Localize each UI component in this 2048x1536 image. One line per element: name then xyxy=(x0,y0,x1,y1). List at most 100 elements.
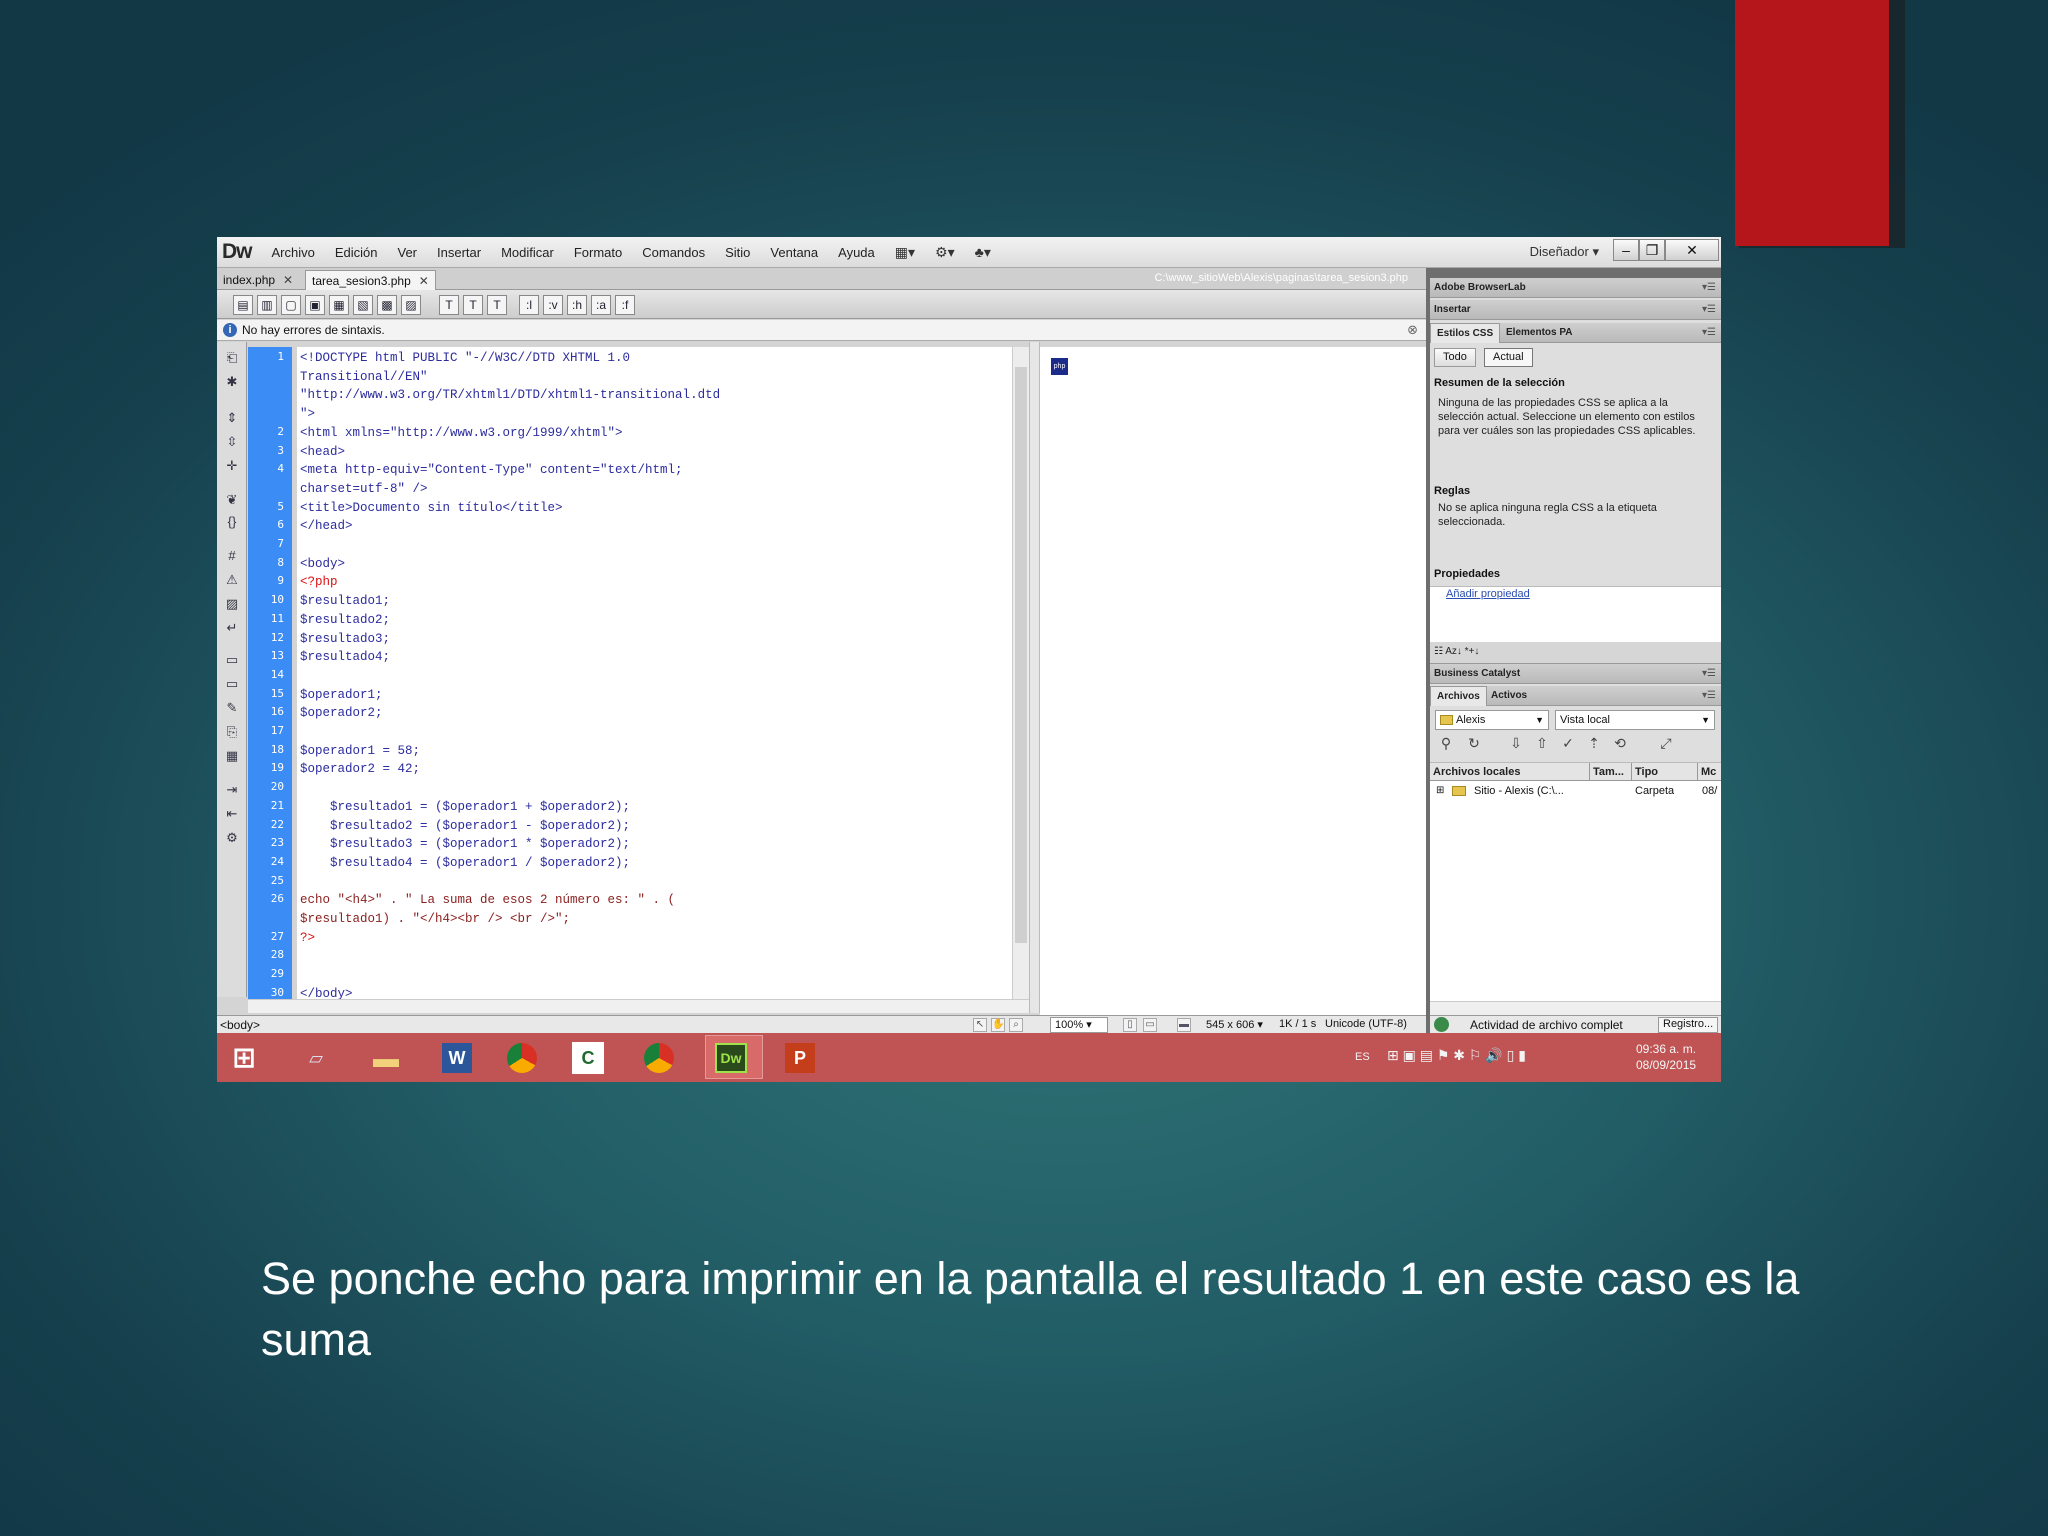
line-numbers-icon[interactable]: # xyxy=(224,548,240,564)
code-line[interactable]: $resultado3 = ($operador1 * $operador2); xyxy=(300,835,630,853)
tab-estilos-css[interactable]: Estilos CSS xyxy=(1430,323,1501,343)
code-line[interactable]: <meta http-equiv="Content-Type" content=… xyxy=(300,461,683,479)
collapse-selection-icon[interactable]: ⇳ xyxy=(224,434,240,450)
code-line[interactable]: <title>Documento sin título</title> xyxy=(300,499,563,517)
camtasia-icon[interactable]: C xyxy=(572,1042,604,1074)
col-local-files[interactable]: Archivos locales xyxy=(1430,763,1590,781)
word-icon[interactable]: W xyxy=(442,1043,472,1073)
inspect-icon[interactable]: ▧ xyxy=(353,295,373,315)
tray-icons[interactable]: ⊞ ▣ ▤ ⚑ ✱ ⚐ 🔊 ▯ ▮ xyxy=(1387,1047,1526,1064)
open-documents-icon[interactable]: ⎗ xyxy=(224,350,240,366)
restore-button[interactable]: ❐ xyxy=(1639,239,1665,261)
todo-button[interactable]: Todo xyxy=(1434,348,1476,367)
panel-menu-icon[interactable]: ▾☰ xyxy=(1702,686,1716,706)
set-properties-icon[interactable]: *+↓ xyxy=(1465,646,1480,657)
code-line[interactable]: $resultado3; xyxy=(300,630,390,648)
panel-menu-icon[interactable]: ▾☰ xyxy=(1702,323,1716,343)
panel-menu-icon[interactable]: ▾☰ xyxy=(1702,278,1716,298)
code-line[interactable]: $resultado2 = ($operador1 - $operador2); xyxy=(300,817,630,835)
panel-menu-icon[interactable]: ▾☰ xyxy=(1702,664,1716,684)
tablet-size-icon[interactable]: ▭ xyxy=(1143,1018,1157,1032)
table-icon[interactable]: ▩ xyxy=(377,295,397,315)
balance-braces-icon[interactable]: {} xyxy=(224,514,240,530)
apply-comment-icon[interactable]: ▭ xyxy=(224,652,240,668)
menu-modificar[interactable]: Modificar xyxy=(501,245,554,260)
recent-snippets-icon[interactable]: ⎘ xyxy=(224,724,240,740)
check-in-icon[interactable]: ⇡ xyxy=(1586,735,1602,751)
menu-insertar[interactable]: Insertar xyxy=(437,245,481,260)
get-files-icon[interactable]: ⇩ xyxy=(1508,735,1524,751)
app-icon-notes[interactable]: ▱ xyxy=(297,1039,335,1077)
code-line[interactable]: $operador2 = 42; xyxy=(300,760,420,778)
tag-h-button[interactable]: :h xyxy=(567,295,587,315)
code-line[interactable]: $resultado1 = ($operador1 + $operador2); xyxy=(300,798,630,816)
close-tab-icon[interactable]: ✕ xyxy=(419,274,429,288)
add-property-link[interactable]: Añadir propiedad xyxy=(1446,588,1530,600)
clock[interactable]: 09:36 a. m. 08/09/2015 xyxy=(1636,1041,1696,1073)
panel-menu-icon[interactable]: ▾☰ xyxy=(1702,300,1716,320)
code-line[interactable]: <!DOCTYPE html PUBLIC "-//W3C//DTD XHTML… xyxy=(300,349,630,367)
menu-archivo[interactable]: Archivo xyxy=(272,245,315,260)
code-line[interactable]: $resultado4 = ($operador1 / $operador2); xyxy=(300,854,630,872)
close-tab-icon[interactable]: ✕ xyxy=(283,273,293,287)
file-explorer-icon[interactable]: ▬ xyxy=(367,1039,405,1077)
zoom-select[interactable]: 100% ▾ xyxy=(1050,1017,1108,1033)
sort-az-icon[interactable]: Az↓ xyxy=(1445,646,1462,657)
refresh-icon[interactable]: ↻ xyxy=(1466,735,1482,751)
bold-tag-icon[interactable]: T xyxy=(439,295,459,315)
menu-ventana[interactable]: Ventana xyxy=(770,245,818,260)
tab-tarea-sesion3[interactable]: tarea_sesion3.php ✕ xyxy=(305,270,436,290)
tag-a-button[interactable]: :a xyxy=(591,295,611,315)
panel-collapse-strip[interactable] xyxy=(1430,268,1721,278)
menu-sitio[interactable]: Sitio xyxy=(725,245,750,260)
hand-tool-icon[interactable]: ✋ xyxy=(991,1018,1005,1032)
split-view-icon[interactable]: ▥ xyxy=(257,295,277,315)
col-modified[interactable]: Mc xyxy=(1698,763,1721,781)
menu-edicion[interactable]: Edición xyxy=(335,245,378,260)
live-code-icon[interactable]: ▦ xyxy=(329,295,349,315)
tab-activos[interactable]: Activos xyxy=(1485,686,1533,706)
italic-tag-icon[interactable]: T xyxy=(463,295,483,315)
code-line[interactable]: "> xyxy=(300,405,315,423)
code-editor[interactable]: <!DOCTYPE html PUBLIC "-//W3C//DTD XHTML… xyxy=(297,347,1012,999)
view-select[interactable]: Vista local ▼ xyxy=(1555,710,1715,730)
format-source-icon[interactable]: ⚙ xyxy=(224,830,240,846)
sync-icon[interactable]: ⟲ xyxy=(1612,735,1628,751)
site-manager-icon[interactable]: ♣▾ xyxy=(975,244,991,261)
word-wrap-icon[interactable]: ↵ xyxy=(224,620,240,636)
code-line[interactable]: </body> xyxy=(300,985,353,999)
files-horizontal-scrollbar[interactable] xyxy=(1430,1001,1721,1015)
minimize-button[interactable]: – xyxy=(1613,239,1639,261)
language-indicator[interactable]: ES xyxy=(1355,1051,1370,1063)
strong-tag-icon[interactable]: T xyxy=(487,295,507,315)
actual-button[interactable]: Actual xyxy=(1484,348,1533,367)
check-out-icon[interactable]: ✓ xyxy=(1560,735,1576,751)
remove-comment-icon[interactable]: ▭ xyxy=(224,676,240,692)
chrome-icon[interactable] xyxy=(507,1043,537,1073)
select-tool-icon[interactable]: ↖ xyxy=(973,1018,987,1032)
live-view-icon[interactable]: ▣ xyxy=(305,295,325,315)
code-line[interactable]: </head> xyxy=(300,517,353,535)
expand-all-icon[interactable]: ✛ xyxy=(224,458,240,474)
code-line[interactable]: $resultado4; xyxy=(300,648,390,666)
tab-archivos[interactable]: Archivos xyxy=(1430,686,1487,706)
desktop-size-icon[interactable]: ▬ xyxy=(1177,1018,1191,1032)
code-line[interactable]: $resultado1) . "</h4><br /> <br />"; xyxy=(300,910,570,928)
browserlab-panel-header[interactable]: Adobe BrowserLab ▾☰ xyxy=(1430,278,1721,298)
expand-icon[interactable]: ⊞ xyxy=(1436,785,1444,796)
code-view-icon[interactable]: ▤ xyxy=(233,295,253,315)
code-line[interactable]: <head> xyxy=(300,443,345,461)
select-parent-tag-icon[interactable]: ❦ xyxy=(224,492,240,508)
code-line[interactable]: echo "<h4>" . " La suma de esos 2 número… xyxy=(300,891,675,909)
window-size[interactable]: 545 x 606 ▾ xyxy=(1206,1018,1263,1031)
code-line[interactable]: <html xmlns="http://www.w3.org/1999/xhtm… xyxy=(300,424,623,442)
wrap-tag-icon[interactable]: ✎ xyxy=(224,700,240,716)
col-size[interactable]: Tam... xyxy=(1590,763,1632,781)
business-catalyst-header[interactable]: Business Catalyst ▾☰ xyxy=(1430,664,1721,684)
put-files-icon[interactable]: ⇧ xyxy=(1534,735,1550,751)
scroll-thumb[interactable] xyxy=(1015,367,1027,943)
code-vertical-scrollbar[interactable] xyxy=(1012,347,1029,999)
code-line[interactable]: $resultado2; xyxy=(300,611,390,629)
insertar-panel-header[interactable]: Insertar ▾☰ xyxy=(1430,300,1721,320)
start-windows-icon[interactable]: ⊞ xyxy=(225,1039,263,1077)
